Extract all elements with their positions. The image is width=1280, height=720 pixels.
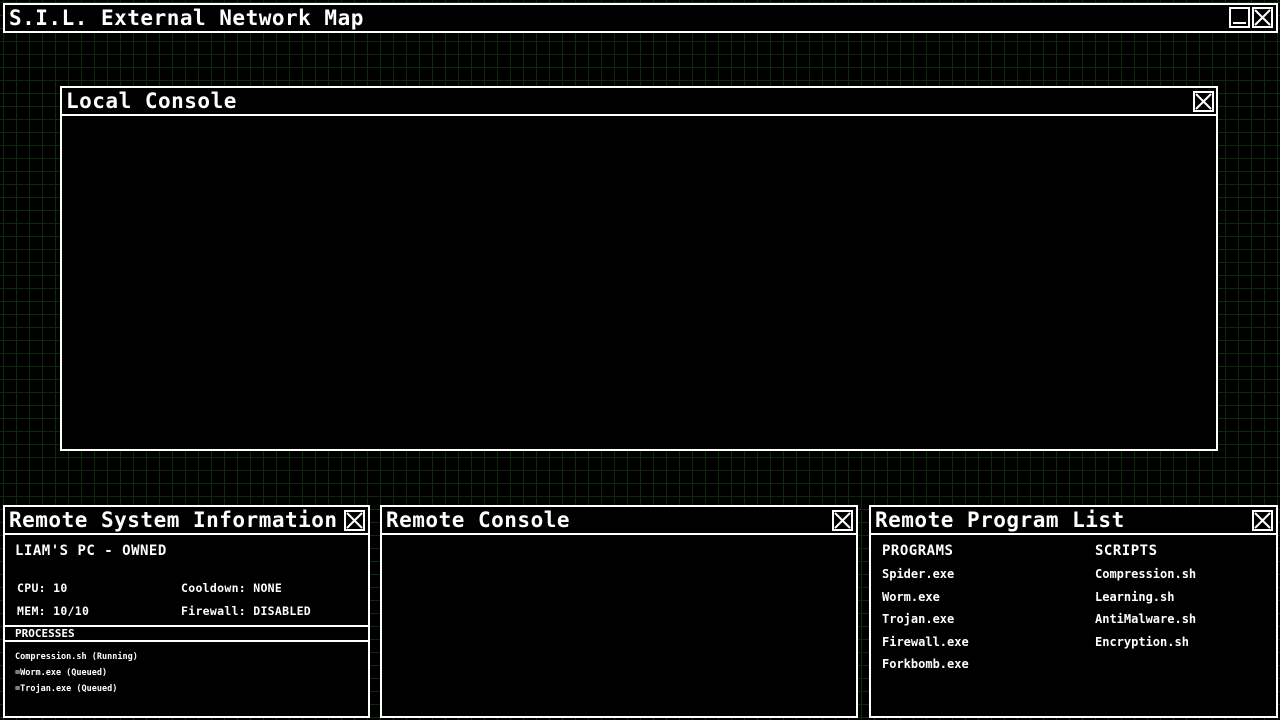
local-console-window: Local Console: [60, 86, 1218, 451]
minimize-button[interactable]: [1229, 7, 1250, 28]
process-item: =Worm.exe (Queued): [15, 668, 108, 678]
close-icon: [1195, 93, 1212, 110]
processes-header: PROCESSES: [5, 625, 368, 642]
program-item-spider[interactable]: Spider.exe: [882, 563, 969, 586]
main-window-title: S.I.L. External Network Map: [9, 6, 364, 30]
scripts-list: Compression.sh Learning.sh AntiMalware.s…: [1095, 563, 1196, 653]
program-item-trojan[interactable]: Trojan.exe: [882, 608, 969, 631]
remote-program-list-window: Remote Program List PROGRAMS Spider.exe …: [869, 505, 1278, 718]
processes-header-label: PROCESSES: [15, 627, 75, 640]
process-item: Compression.sh (Running): [15, 652, 138, 662]
process-list: Compression.sh (Running) =Worm.exe (Queu…: [15, 649, 138, 697]
close-icon: [1254, 512, 1271, 529]
program-item-firewall[interactable]: Firewall.exe: [882, 631, 969, 654]
script-item-antimalware[interactable]: AntiMalware.sh: [1095, 608, 1196, 631]
close-icon: [834, 512, 851, 529]
remote-program-list-close-button[interactable]: [1252, 510, 1273, 531]
remote-system-info-body: LIAM'S PC - OWNED CPU: 10 MEM: 10/10 Coo…: [5, 537, 368, 716]
close-icon: [346, 512, 363, 529]
remote-program-list-titlebar[interactable]: Remote Program List: [871, 507, 1276, 535]
cooldown-stat: Cooldown: NONE: [181, 581, 283, 595]
remote-system-info-title: Remote System Information: [9, 508, 338, 532]
local-console-close-button[interactable]: [1193, 91, 1214, 112]
script-item-compression[interactable]: Compression.sh: [1095, 563, 1196, 586]
main-close-button[interactable]: [1252, 7, 1273, 28]
program-item-worm[interactable]: Worm.exe: [882, 586, 969, 609]
remote-console-close-button[interactable]: [832, 510, 853, 531]
firewall-stat: Firewall: DISABLED: [181, 604, 312, 618]
remote-console-titlebar[interactable]: Remote Console: [382, 507, 856, 535]
remote-system-info-titlebar[interactable]: Remote System Information: [5, 507, 368, 535]
local-console-output[interactable]: [62, 118, 1216, 449]
process-item: =Trojan.exe (Queued): [15, 684, 118, 694]
cpu-stat: CPU: 10: [17, 581, 68, 595]
remote-console-output[interactable]: [382, 537, 856, 716]
remote-program-list-title: Remote Program List: [875, 508, 1125, 532]
program-item-forkbomb[interactable]: Forkbomb.exe: [882, 653, 969, 676]
system-name: LIAM'S PC - OWNED: [15, 543, 167, 559]
remote-program-list-body: PROGRAMS Spider.exe Worm.exe Trojan.exe …: [871, 537, 1276, 716]
script-item-learning[interactable]: Learning.sh: [1095, 586, 1196, 609]
main-window-titlebar[interactable]: S.I.L. External Network Map: [5, 5, 1276, 31]
programs-header: PROGRAMS: [882, 543, 954, 559]
script-item-encryption[interactable]: Encryption.sh: [1095, 631, 1196, 654]
scripts-header: SCRIPTS: [1095, 543, 1158, 559]
remote-system-info-close-button[interactable]: [344, 510, 365, 531]
main-window: S.I.L. External Network Map: [3, 3, 1278, 33]
remote-console-window: Remote Console: [380, 505, 858, 718]
local-console-titlebar[interactable]: Local Console: [62, 88, 1216, 116]
mem-stat: MEM: 10/10: [17, 604, 90, 618]
close-icon: [1254, 9, 1271, 26]
programs-list: Spider.exe Worm.exe Trojan.exe Firewall.…: [882, 563, 969, 676]
remote-system-info-window: Remote System Information LIAM'S PC - OW…: [3, 505, 370, 718]
minimize-icon: [1233, 22, 1246, 24]
local-console-title: Local Console: [66, 89, 237, 113]
remote-console-title: Remote Console: [386, 508, 571, 532]
